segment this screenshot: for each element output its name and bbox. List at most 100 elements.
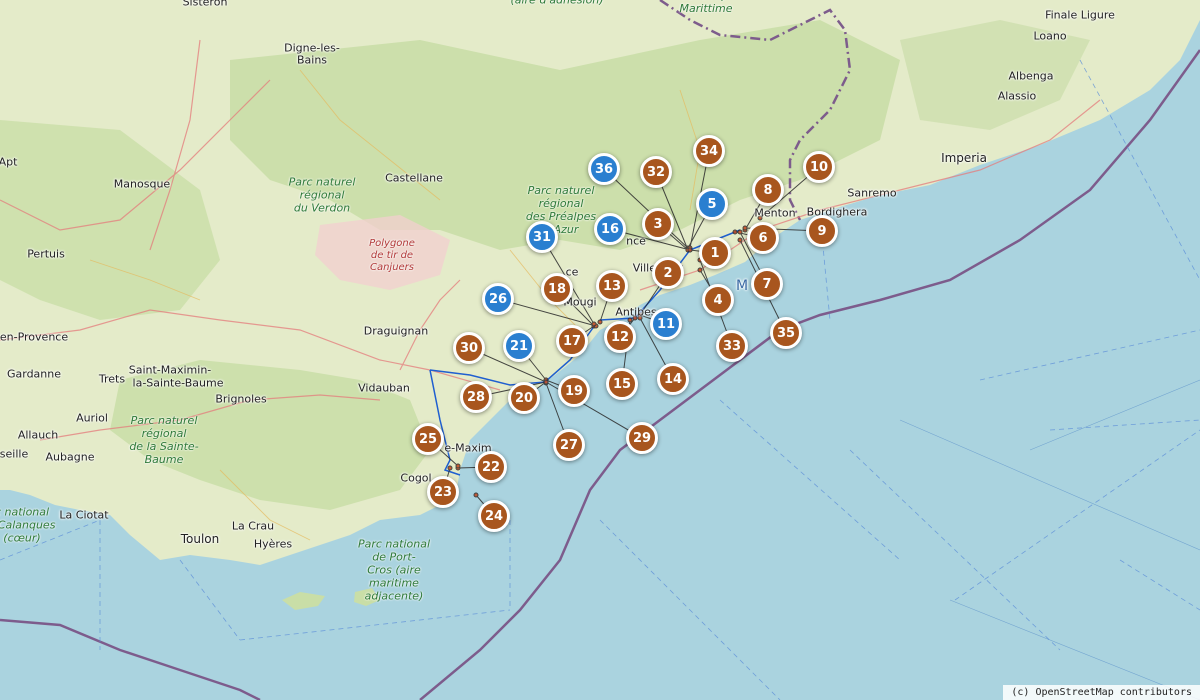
park-label-line: Parc national xyxy=(357,537,431,551)
map-marker-11[interactable]: 11 xyxy=(650,308,682,340)
place-label-albenga: Albenga xyxy=(1008,69,1054,83)
map-marker-15[interactable]: 15 xyxy=(606,368,638,400)
place-label-aubagne: Aubagne xyxy=(45,450,95,464)
map-marker-26[interactable]: 26 xyxy=(482,283,514,315)
place-label-vidauban: Vidauban xyxy=(358,381,410,395)
park-label-line: (cœur) xyxy=(3,531,41,545)
place-label-alassio: Alassio xyxy=(997,89,1037,103)
place-label-apt: Apt xyxy=(0,155,18,169)
place-label-lacrau: La Crau xyxy=(231,519,275,533)
map-marker-14[interactable]: 14 xyxy=(657,363,689,395)
park-label-line: régional xyxy=(299,188,345,202)
map-marker-29[interactable]: 29 xyxy=(626,422,658,454)
location-point xyxy=(473,492,479,498)
map-marker-35[interactable]: 35 xyxy=(770,317,802,349)
place-label-stmaximin2: la-Sainte-Baume xyxy=(132,376,224,390)
park-label-line: s Calanques xyxy=(0,518,56,532)
map-marker-12[interactable]: 12 xyxy=(604,321,636,353)
basemap xyxy=(0,0,1200,700)
map-marker-31[interactable]: 31 xyxy=(526,221,558,253)
map-marker-8[interactable]: 8 xyxy=(752,174,784,206)
park-label-line: adjacente) xyxy=(364,589,424,603)
map-marker-27[interactable]: 27 xyxy=(553,429,585,461)
military-label-line: Canjuers xyxy=(369,262,415,273)
location-point xyxy=(455,463,461,469)
park-label-line: c national xyxy=(0,505,50,519)
park-label-calanques: c nationals Calanques(cœur) xyxy=(0,506,55,545)
park-label-line: Parc naturel xyxy=(130,414,198,427)
place-label-sanremo: Sanremo xyxy=(847,186,897,200)
place-label-manosque: Manosque xyxy=(113,177,171,191)
map-marker-1[interactable]: 1 xyxy=(699,237,731,269)
park-label-line: Cros (aire xyxy=(367,563,421,577)
map-marker-24[interactable]: 24 xyxy=(478,500,510,532)
park-label-verdon: Parc naturel régional du Verdon xyxy=(289,176,356,215)
park-label-line: Parc naturel xyxy=(288,175,356,189)
location-point xyxy=(597,319,603,325)
park-label-line: du Verdon xyxy=(293,201,351,215)
map-marker-7[interactable]: 7 xyxy=(751,268,783,300)
map-marker-5[interactable]: 5 xyxy=(696,188,728,220)
map-marker-22[interactable]: 22 xyxy=(475,451,507,483)
sea-label: M xyxy=(735,278,749,294)
military-zone-label: Polygone de tir de Canjuers xyxy=(369,238,415,274)
map-marker-21[interactable]: 21 xyxy=(503,330,535,362)
park-label-line: régional xyxy=(538,197,584,210)
location-point xyxy=(737,237,743,243)
map-marker-6[interactable]: 6 xyxy=(747,222,779,254)
place-label-toulon: Toulon xyxy=(180,532,220,546)
location-point xyxy=(697,267,703,273)
map-marker-17[interactable]: 17 xyxy=(556,325,588,357)
military-label-line: de tir de xyxy=(370,250,414,261)
park-label-line: Baume xyxy=(144,453,184,466)
attribution-text[interactable]: (c) OpenStreetMap contributors xyxy=(1003,685,1200,700)
map-marker-30[interactable]: 30 xyxy=(453,332,485,364)
place-label-aix: en-Provence xyxy=(0,330,69,344)
place-label-imperia: Imperia xyxy=(941,151,987,165)
location-point xyxy=(627,317,633,323)
map-marker-19[interactable]: 19 xyxy=(558,375,590,407)
map-canvas[interactable]: Sisteron Digne-les- Bains Apt Manosque Castel… xyxy=(0,0,1200,700)
place-label-trets: Trets xyxy=(98,372,126,386)
park-label-mercantour: (aire d'adhésion) xyxy=(510,0,603,7)
map-marker-10[interactable]: 10 xyxy=(803,151,835,183)
map-marker-33[interactable]: 33 xyxy=(716,330,748,362)
park-label-line: régional xyxy=(141,427,187,440)
map-marker-18[interactable]: 18 xyxy=(541,273,573,305)
park-label-line: (aire d'adhésion) xyxy=(510,0,604,7)
map-marker-34[interactable]: 34 xyxy=(693,135,725,167)
map-marker-32[interactable]: 32 xyxy=(640,156,672,188)
park-label-line: Parc naturel xyxy=(527,184,595,197)
park-label-line: de la Sainte- xyxy=(129,440,199,453)
park-label-saintebaume: Parc naturel régional de la Sainte- Baume xyxy=(129,414,198,466)
place-label-loano: Loano xyxy=(1033,29,1067,43)
place-label-hyeres: Hyères xyxy=(253,537,293,551)
place-label-menton: Menton xyxy=(754,206,796,220)
map-marker-36[interactable]: 36 xyxy=(588,153,620,185)
map-marker-28[interactable]: 28 xyxy=(460,381,492,413)
place-label-gardanne: Gardanne xyxy=(6,367,62,381)
location-point xyxy=(732,229,738,235)
place-label-cogolin: Cogol xyxy=(400,471,432,485)
map-marker-25[interactable]: 25 xyxy=(412,423,444,455)
park-label-line: Marittime xyxy=(679,2,733,15)
place-label-pertuis: Pertuis xyxy=(27,247,65,261)
map-marker-2[interactable]: 2 xyxy=(652,257,684,289)
place-label-auriol: Auriol xyxy=(76,411,108,425)
location-point xyxy=(591,321,597,327)
map-marker-20[interactable]: 20 xyxy=(508,382,540,414)
place-label-seille: seille xyxy=(0,447,29,461)
map-marker-23[interactable]: 23 xyxy=(427,476,459,508)
place-label-bains: Bains xyxy=(296,53,328,67)
place-label-nce: nce xyxy=(626,234,646,248)
map-marker-13[interactable]: 13 xyxy=(596,270,628,302)
place-label-laciotat: La Ciotat xyxy=(59,508,109,522)
place-label-sisteron: Sisteron xyxy=(182,0,228,9)
map-marker-4[interactable]: 4 xyxy=(702,284,734,316)
place-label-stmaximin1: Saint-Maximin- xyxy=(128,363,212,377)
map-marker-9[interactable]: 9 xyxy=(806,215,838,247)
map-marker-3[interactable]: 3 xyxy=(642,208,674,240)
park-label-alpimarittime: delle AlpiMarittime xyxy=(680,0,733,15)
place-label-finaleligure: Finale Ligure xyxy=(1045,8,1115,22)
map-marker-16[interactable]: 16 xyxy=(594,213,626,245)
